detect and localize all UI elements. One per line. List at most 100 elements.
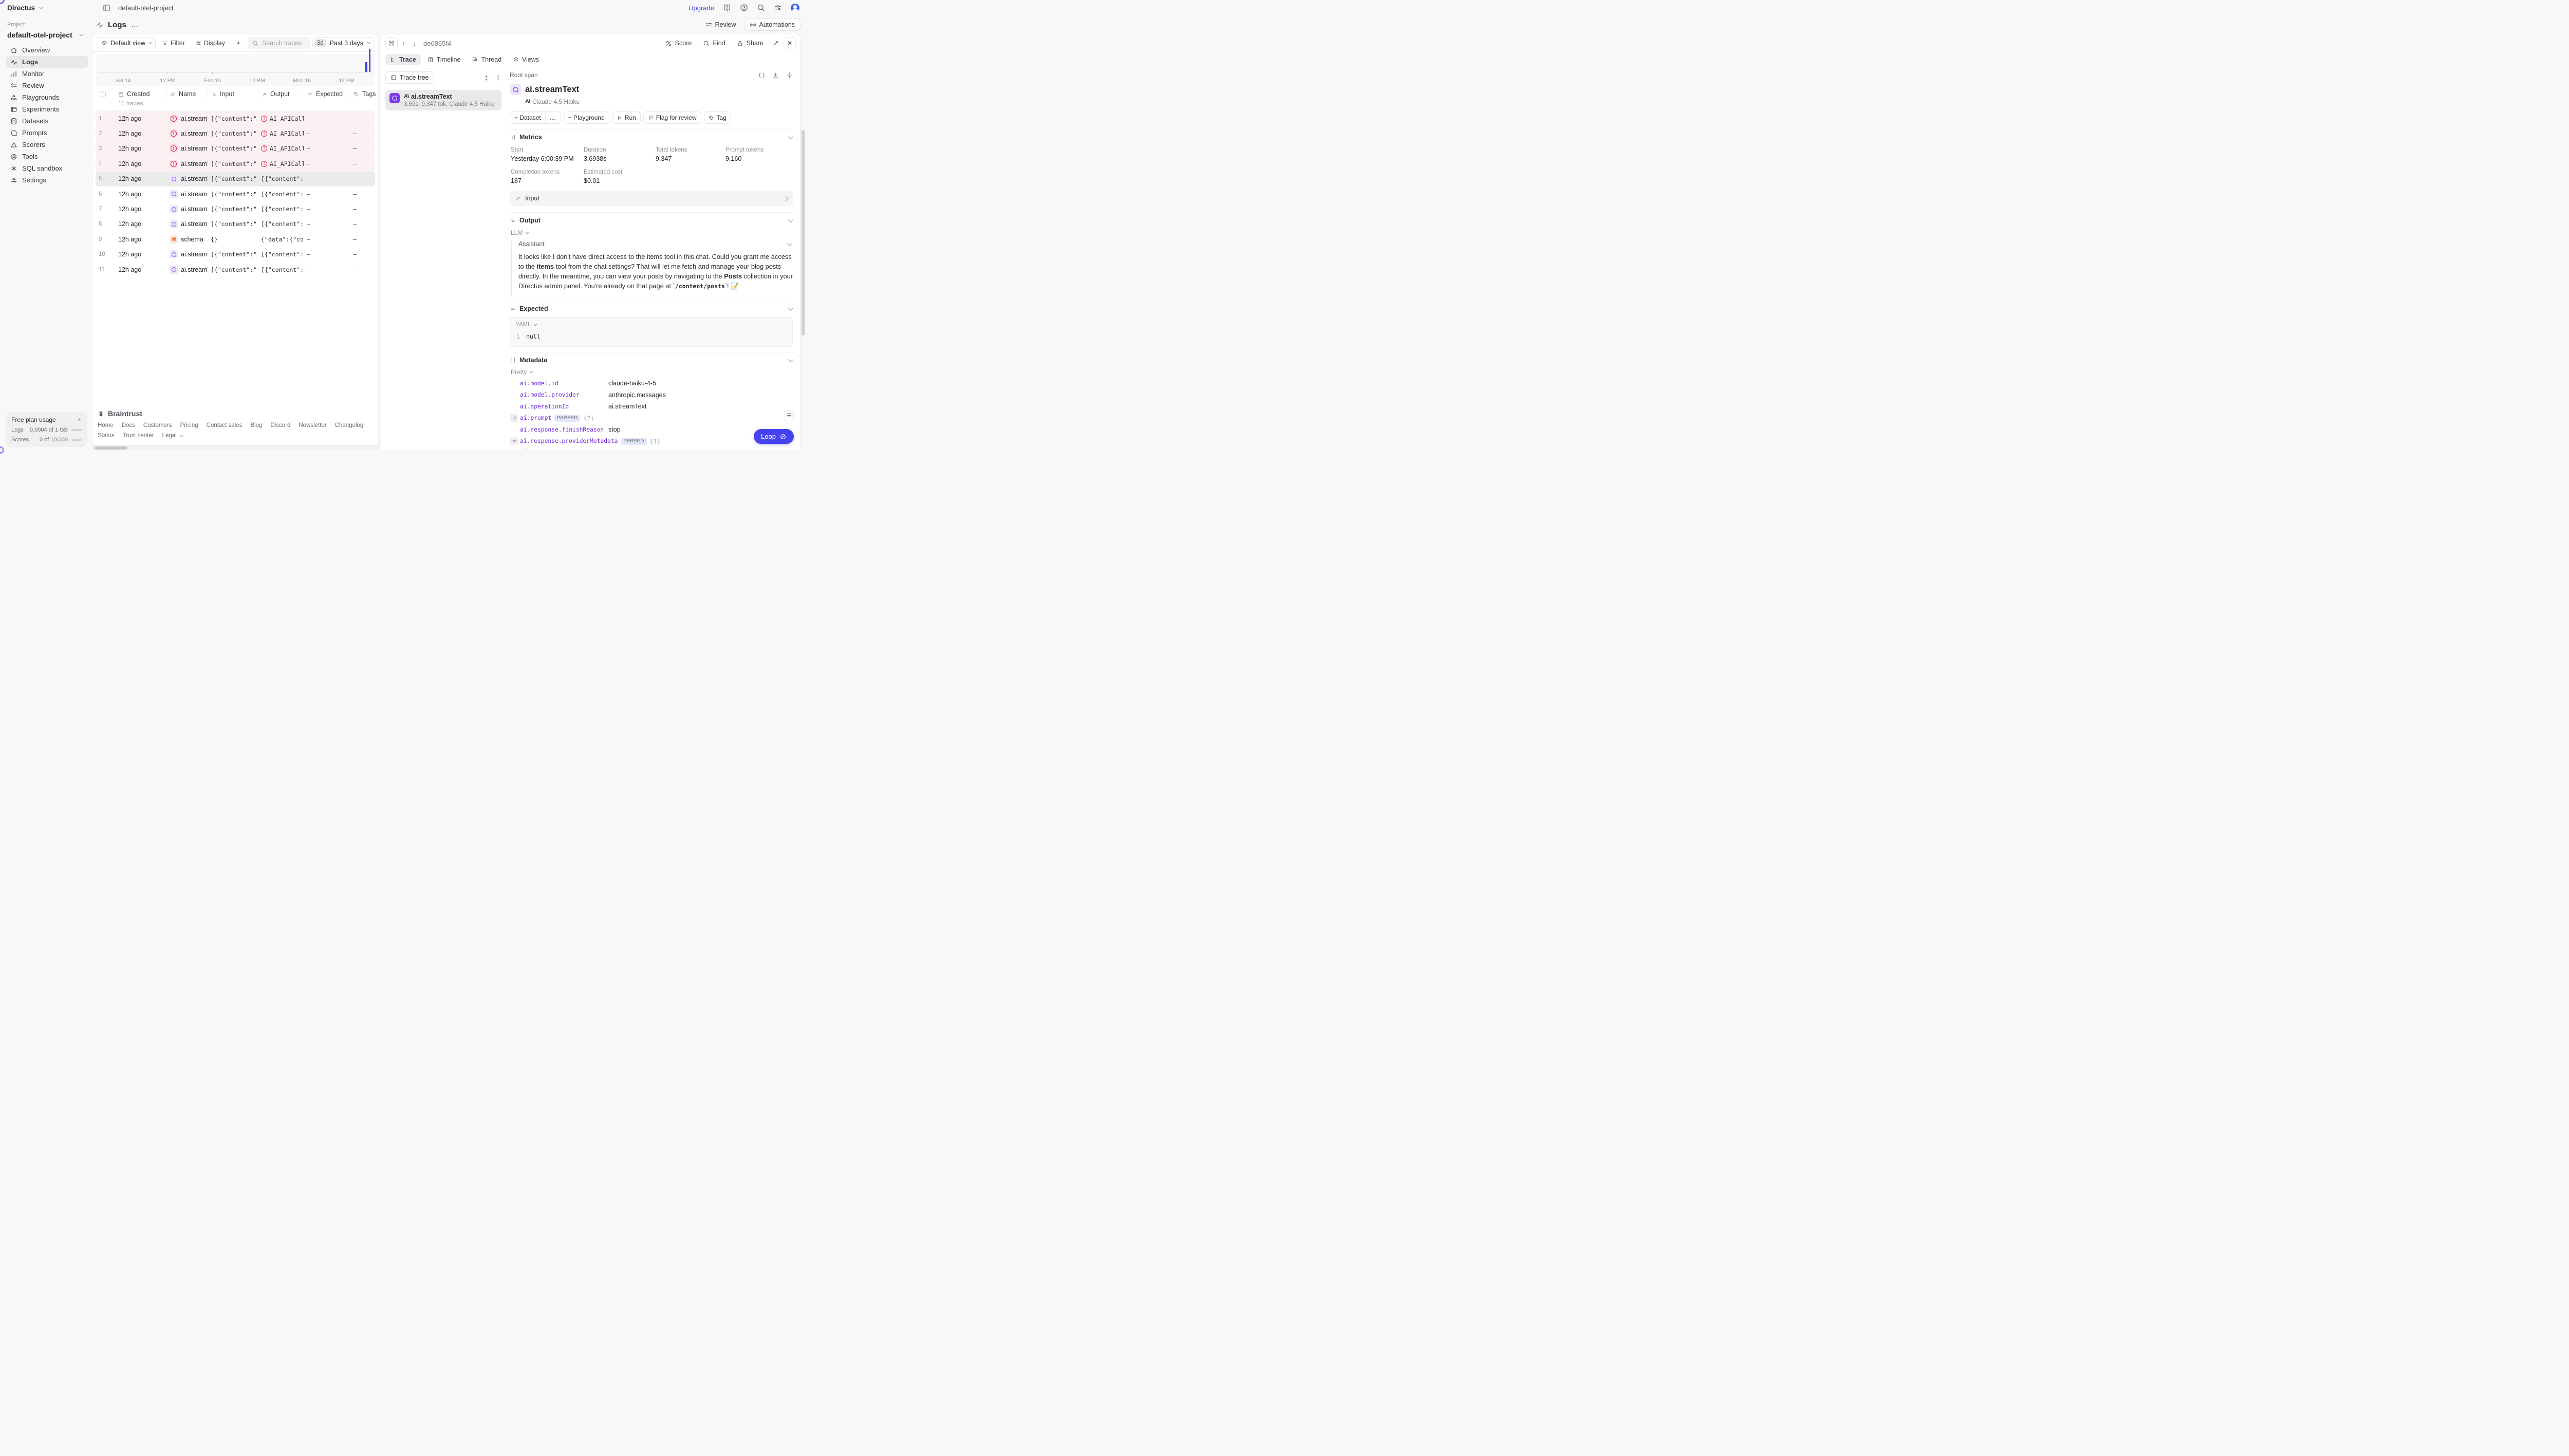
footer-link-discord[interactable]: Discord — [270, 422, 290, 428]
upgrade-link[interactable]: Upgrade — [688, 4, 714, 12]
trace-tree-span-item[interactable]: A\ ai.streamText 3.69s, 9,347 tok, Claud… — [385, 90, 501, 110]
histogram-bar[interactable] — [369, 49, 370, 72]
footer-link-legal[interactable]: Legal — [162, 433, 182, 439]
find-button[interactable]: Find — [698, 38, 730, 49]
avatar[interactable] — [791, 4, 799, 12]
braces-icon[interactable] — [758, 72, 765, 79]
more-button[interactable]: ... — [132, 21, 139, 29]
collapse-icon[interactable] — [786, 72, 793, 79]
table-row[interactable]: 5 12h ago ai.streamT... [{"content":" ..… — [96, 172, 375, 186]
select-all-checkbox[interactable] — [100, 91, 106, 97]
table-row[interactable]: 6 12h ago ai.streamT... [{"content":" ..… — [96, 186, 375, 201]
tab-timeline[interactable]: Timeline — [423, 54, 466, 65]
footer-link-newsletter[interactable]: Newsletter — [299, 422, 326, 428]
plan-usage-card[interactable]: Free plan usage Logs 0.0004 of 1 GB Scor… — [6, 412, 87, 447]
expected-section-header[interactable]: Expected — [510, 305, 793, 312]
metadata-section-header[interactable]: Metadata — [510, 357, 793, 364]
expand-row-icon[interactable] — [510, 414, 518, 422]
add-to-playground-button[interactable]: + Playground — [564, 111, 609, 124]
metadata-row[interactable]: ai.response.providerMetadata PARSED {1} — [510, 436, 793, 447]
column-header-tags[interactable]: Tags — [350, 87, 378, 99]
tab-views[interactable]: Views — [508, 54, 544, 65]
footer-link-pricing[interactable]: Pricing — [180, 422, 198, 428]
loop-button[interactable]: Loop — [754, 429, 794, 444]
column-header-input[interactable]: Input — [208, 87, 258, 99]
sidebar-item-settings[interactable]: Settings — [6, 174, 88, 186]
sidebar-item-tools[interactable]: Tools — [6, 151, 88, 162]
review-button[interactable]: Review — [701, 19, 741, 30]
expand-panel-button[interactable] — [385, 37, 398, 49]
sidebar-item-logs[interactable]: Logs — [6, 56, 88, 68]
sidebar-item-experiments[interactable]: Experiments — [6, 103, 88, 115]
footer-link-blog[interactable]: Blog — [250, 422, 262, 428]
metadata-row[interactable]: ai.model.id claude-haiku-4-5 — [510, 378, 793, 389]
footer-link-status[interactable]: Status — [98, 433, 115, 439]
input-section-collapsed[interactable]: Input — [510, 191, 793, 206]
export-button[interactable] — [231, 38, 246, 48]
time-range-selector[interactable]: 3d Past 3 days — [312, 37, 374, 49]
dataset-more-button[interactable]: ... — [545, 112, 561, 123]
outline-widget[interactable]: ☰ — [785, 410, 794, 421]
share-button[interactable]: Share — [732, 38, 768, 49]
flag-for-review-button[interactable]: Flag for review — [643, 111, 701, 124]
table-row[interactable]: 1 12h ago ! ai.streamT... [{"content":" … — [96, 111, 375, 126]
vertical-scrollbar-thumb[interactable] — [802, 130, 805, 335]
output-section-header[interactable]: Output — [510, 217, 793, 224]
vertical-scrollbar[interactable] — [801, 34, 806, 450]
table-row[interactable]: 3 12h ago ! ai.streamT... [{"content":" … — [96, 141, 375, 156]
docs-icon[interactable] — [723, 4, 731, 12]
workspace-chevron-icon[interactable] — [39, 5, 43, 9]
table-row[interactable]: 9 12h ago schema {} {"data":{"col... – – — [96, 232, 375, 247]
filter-button[interactable]: Filter — [158, 38, 189, 49]
display-button[interactable]: Display — [191, 38, 229, 49]
horizontal-scrollbar[interactable] — [92, 445, 378, 450]
braintrust-brand[interactable]: Braintrust — [98, 409, 373, 418]
sidebar-item-review[interactable]: Review — [6, 80, 88, 91]
footer-link-customers[interactable]: Customers — [143, 422, 172, 428]
column-header-expected[interactable]: Expected — [304, 87, 350, 99]
sidebar-item-datasets[interactable]: Datasets — [6, 115, 88, 127]
footer-link-trust-center[interactable]: Trust center — [123, 433, 154, 439]
trace-tree-button[interactable]: Trace tree — [385, 71, 434, 84]
table-row[interactable]: 2 12h ago ! ai.streamT... [{"content":" … — [96, 126, 375, 141]
download-icon[interactable] — [772, 72, 779, 79]
table-row[interactable]: 7 12h ago ai.streamT... [{"content":" ..… — [96, 201, 375, 216]
sidebar-item-prompts[interactable]: Prompts — [6, 127, 88, 139]
table-row[interactable]: 10 12h ago ai.streamT... [{"content":" .… — [96, 247, 375, 262]
tab-trace[interactable]: Trace — [385, 54, 421, 65]
help-icon[interactable] — [740, 4, 748, 12]
score-button[interactable]: Score — [661, 38, 697, 49]
sidebar-item-monitor[interactable]: Monitor — [6, 68, 88, 80]
sidebar-item-sql-sandbox[interactable]: SQL sandbox — [6, 162, 88, 174]
horizontal-scrollbar-thumb[interactable] — [95, 446, 127, 450]
column-header-name[interactable]: Name — [166, 87, 208, 99]
settings-icon[interactable] — [774, 4, 782, 12]
next-trace-button[interactable]: ↓ — [409, 38, 420, 49]
footer-link-contact-sales[interactable]: Contact sales — [207, 422, 243, 428]
open-in-new-button[interactable]: ↗ — [770, 38, 781, 49]
project-switcher[interactable]: default-otel-project — [7, 31, 86, 39]
collapse-all-icon[interactable] — [483, 74, 490, 81]
column-header-created[interactable]: Created — [115, 87, 166, 99]
previous-trace-button[interactable]: ↑ — [398, 38, 409, 49]
footer-link-home[interactable]: Home — [98, 422, 114, 428]
table-row[interactable]: 8 12h ago ai.streamT... [{"content":" ..… — [96, 217, 375, 232]
column-header-output[interactable]: Output — [258, 87, 304, 99]
metadata-row[interactable]: ai.model.provider anthropic.messages — [510, 389, 793, 401]
automations-button[interactable]: Automations — [744, 18, 801, 31]
metrics-section-header[interactable]: Metrics — [510, 134, 793, 141]
sidebar-item-playgrounds[interactable]: Playgrounds — [6, 91, 88, 103]
workspace-name[interactable]: Directus — [7, 4, 35, 12]
assistant-role-header[interactable]: Assistant — [518, 240, 793, 248]
collapse-row-icon[interactable] — [510, 437, 518, 445]
metadata-row[interactable]: ai.operationId ai.streamText — [510, 401, 793, 413]
search-icon[interactable] — [757, 4, 765, 12]
metadata-row[interactable]: anthropic {5} — [521, 447, 793, 450]
search-traces-input[interactable]: Search traces — [248, 37, 310, 49]
collapse-row-icon[interactable] — [521, 449, 529, 450]
run-button[interactable]: Run — [612, 111, 641, 124]
histogram-bar[interactable] — [365, 62, 367, 72]
close-panel-button[interactable]: ✕ — [784, 37, 796, 49]
add-to-dataset-button[interactable]: + Dataset — [510, 112, 545, 123]
yaml-format-selector[interactable]: YAML — [515, 322, 787, 328]
